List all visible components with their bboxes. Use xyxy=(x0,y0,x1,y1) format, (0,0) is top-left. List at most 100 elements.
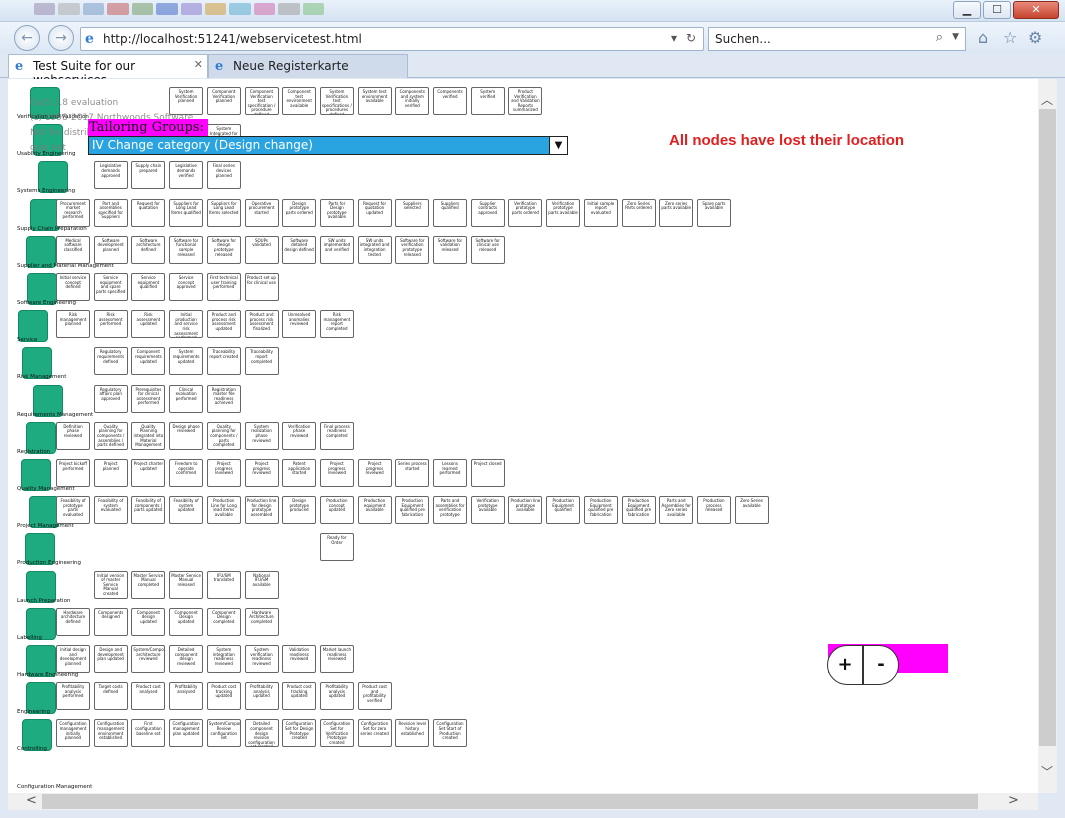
process-node[interactable]: Master Service Manual completed xyxy=(131,570,166,599)
process-node[interactable]: Profitability analysis updated xyxy=(244,682,279,711)
process-node[interactable]: System realization phase reviewed xyxy=(244,421,279,450)
process-node[interactable]: Project progress reviewed xyxy=(319,459,354,487)
process-node[interactable]: SOUPs validated xyxy=(244,235,279,264)
process-node[interactable]: Spare parts available xyxy=(696,198,731,227)
process-node[interactable]: Configuration Set for Verification Proto… xyxy=(319,719,354,748)
process-node[interactable]: Feasibility of components / parts update… xyxy=(131,496,166,525)
process-node[interactable]: Series process started xyxy=(395,459,430,487)
close-icon[interactable]: ✕ xyxy=(194,58,203,71)
process-node[interactable]: Product set up for clinical use xyxy=(244,273,279,301)
process-node[interactable]: Feasibility of system updated xyxy=(169,496,204,525)
process-node[interactable]: Legislative demands verified xyxy=(169,161,204,190)
process-node[interactable]: Zero Series Parts ordered xyxy=(621,198,656,227)
process-node[interactable]: IFU/SM translated xyxy=(206,570,241,599)
zoom-in-button[interactable]: + xyxy=(827,645,863,685)
search-icon[interactable]: ⌕ xyxy=(936,30,943,45)
process-node[interactable]: Software for verification prototype rele… xyxy=(395,235,430,264)
chevron-down-icon[interactable]: ▾ xyxy=(671,31,677,45)
process-node[interactable]: Detailed component design reviewed xyxy=(169,645,204,673)
process-node[interactable]: Software development planned xyxy=(93,235,128,264)
process-node[interactable]: National IFU/SM available xyxy=(244,570,279,599)
process-node[interactable]: System/Component Review configuration se… xyxy=(206,719,241,748)
process-node[interactable]: Zero series parts available xyxy=(659,198,694,227)
process-node[interactable]: Parts for Design prototype available xyxy=(319,198,354,227)
process-node[interactable]: Initial service concept defined xyxy=(56,273,90,301)
process-node[interactable]: Production Equipment qualified pre fabri… xyxy=(621,496,656,525)
process-node[interactable]: Component requirements updated xyxy=(131,347,166,376)
process-node[interactable]: Profitability analysed xyxy=(169,682,204,711)
process-node[interactable]: Production equipment available xyxy=(357,496,392,525)
maximize-button[interactable]: ☐ xyxy=(983,1,1011,19)
process-node[interactable]: Production line prototype available xyxy=(508,496,543,525)
process-node[interactable]: System requirements updated xyxy=(169,347,204,376)
process-node[interactable]: System test environment available xyxy=(357,87,392,115)
process-node[interactable]: SW units integrated and integration test… xyxy=(357,235,392,264)
process-node[interactable]: Initial production and service risk asse… xyxy=(169,310,204,339)
process-node[interactable]: Software for validation released xyxy=(433,235,467,264)
process-node[interactable]: Part and assemblies specified for Suppli… xyxy=(93,198,128,227)
process-node[interactable]: Suppliers selected xyxy=(395,198,430,227)
favorites-star-icon[interactable]: ☆ xyxy=(1003,28,1017,47)
process-node[interactable]: Production Equipment qualified pre fabri… xyxy=(395,496,430,525)
process-node[interactable]: Definition phase reviewed xyxy=(56,421,90,450)
process-node[interactable]: Final series devices planned xyxy=(206,161,241,190)
process-node[interactable]: Risk management planned xyxy=(56,310,90,339)
process-node[interactable]: Final process readiness completed xyxy=(319,421,354,450)
process-node[interactable]: Product Verification and Validation Repo… xyxy=(508,87,543,115)
process-node[interactable]: Operative procurement started xyxy=(244,198,279,227)
scroll-down-icon[interactable]: ﹀ xyxy=(1041,763,1053,780)
process-node[interactable]: Unresolved anomalies reviewed xyxy=(282,310,317,339)
process-node[interactable]: Suppliers for Long Lead Items qualified xyxy=(169,198,204,227)
process-node[interactable]: Verification prototype parts ordered xyxy=(508,198,543,227)
process-node[interactable]: Clinical evaluation performed xyxy=(169,384,204,413)
process-node[interactable]: Product and process risk assessment upda… xyxy=(206,310,241,339)
process-node[interactable]: Project progress reviewed xyxy=(357,459,392,487)
back-arrow-icon[interactable]: ← xyxy=(14,25,40,51)
process-node[interactable]: Production Equipment qualified pre fabri… xyxy=(583,496,618,525)
process-node[interactable]: Prerequisites for clinical assessment pe… xyxy=(131,384,166,413)
scroll-left-icon[interactable]: < xyxy=(26,793,37,808)
process-node[interactable]: Software architecture defined xyxy=(131,235,166,264)
process-node[interactable]: Initial design and development planned xyxy=(56,645,90,673)
process-node[interactable]: Feasibility of system evaluated xyxy=(93,496,128,525)
process-node[interactable]: Component Design updated xyxy=(169,607,204,636)
process-node[interactable]: Ready for Order xyxy=(319,533,354,562)
scrollbar-thumb[interactable] xyxy=(42,794,978,809)
process-node[interactable]: Registration master file readiness achie… xyxy=(206,384,241,413)
process-node[interactable]: Project kickoff performed xyxy=(56,459,90,487)
process-node[interactable]: First technical user training performed xyxy=(206,273,241,301)
process-node[interactable]: Project closed xyxy=(470,459,505,487)
forward-arrow-icon[interactable]: → xyxy=(48,25,74,51)
scroll-up-icon[interactable]: ︿ xyxy=(1041,91,1053,108)
process-node[interactable]: Component Verification planned xyxy=(206,87,241,115)
process-node[interactable]: Supply chain prepared xyxy=(131,161,166,190)
process-node[interactable]: Component test environment available xyxy=(282,87,317,115)
address-bar[interactable]: e http://localhost:51241/webservicetest.… xyxy=(80,27,704,51)
process-node[interactable]: Product cost and profitability verified xyxy=(357,682,392,711)
process-node[interactable]: Regulatory requirements defined xyxy=(93,347,128,376)
process-node[interactable]: Project charter updated xyxy=(131,459,166,487)
process-node[interactable]: Initial sample report evaluated xyxy=(583,198,618,227)
process-node[interactable]: Profitability analysis performed xyxy=(56,682,90,711)
process-node[interactable]: Configuration management plan updated xyxy=(169,719,204,748)
process-node[interactable]: Design phase reviewed xyxy=(169,421,204,450)
process-node[interactable]: System integration readiness reviewed xyxy=(206,645,241,673)
process-node[interactable]: Market launch readiness reviewed xyxy=(319,645,354,673)
gear-icon[interactable]: ⚙ xyxy=(1028,28,1042,47)
process-node[interactable]: Request for quotation updated xyxy=(357,198,392,227)
process-node[interactable]: Regulatory affairs plan approved xyxy=(93,384,128,413)
process-node[interactable]: Components designed xyxy=(93,607,128,636)
process-node[interactable]: Master Service Manual released xyxy=(169,570,204,599)
process-node[interactable]: Production concept updated xyxy=(319,496,354,525)
process-node[interactable]: Supplier contracts approved xyxy=(470,198,505,227)
process-node[interactable]: Medical software classified xyxy=(56,235,90,264)
close-button[interactable]: ✕ xyxy=(1013,1,1059,19)
process-node[interactable]: Service concept approved xyxy=(169,273,204,301)
process-node[interactable]: Detailed component design revision confi… xyxy=(244,719,279,748)
process-node[interactable]: Zero Series available xyxy=(734,496,769,525)
process-node[interactable]: Parts and assemblies for verification pr… xyxy=(433,496,467,525)
process-node[interactable]: Revision level history established xyxy=(395,719,430,748)
process-node[interactable]: Product cost analysed xyxy=(131,682,166,711)
diagram-canvas[interactable]: Verification and Validation System Verifi… xyxy=(8,79,1038,793)
search-input[interactable]: Suchen... xyxy=(715,32,771,46)
